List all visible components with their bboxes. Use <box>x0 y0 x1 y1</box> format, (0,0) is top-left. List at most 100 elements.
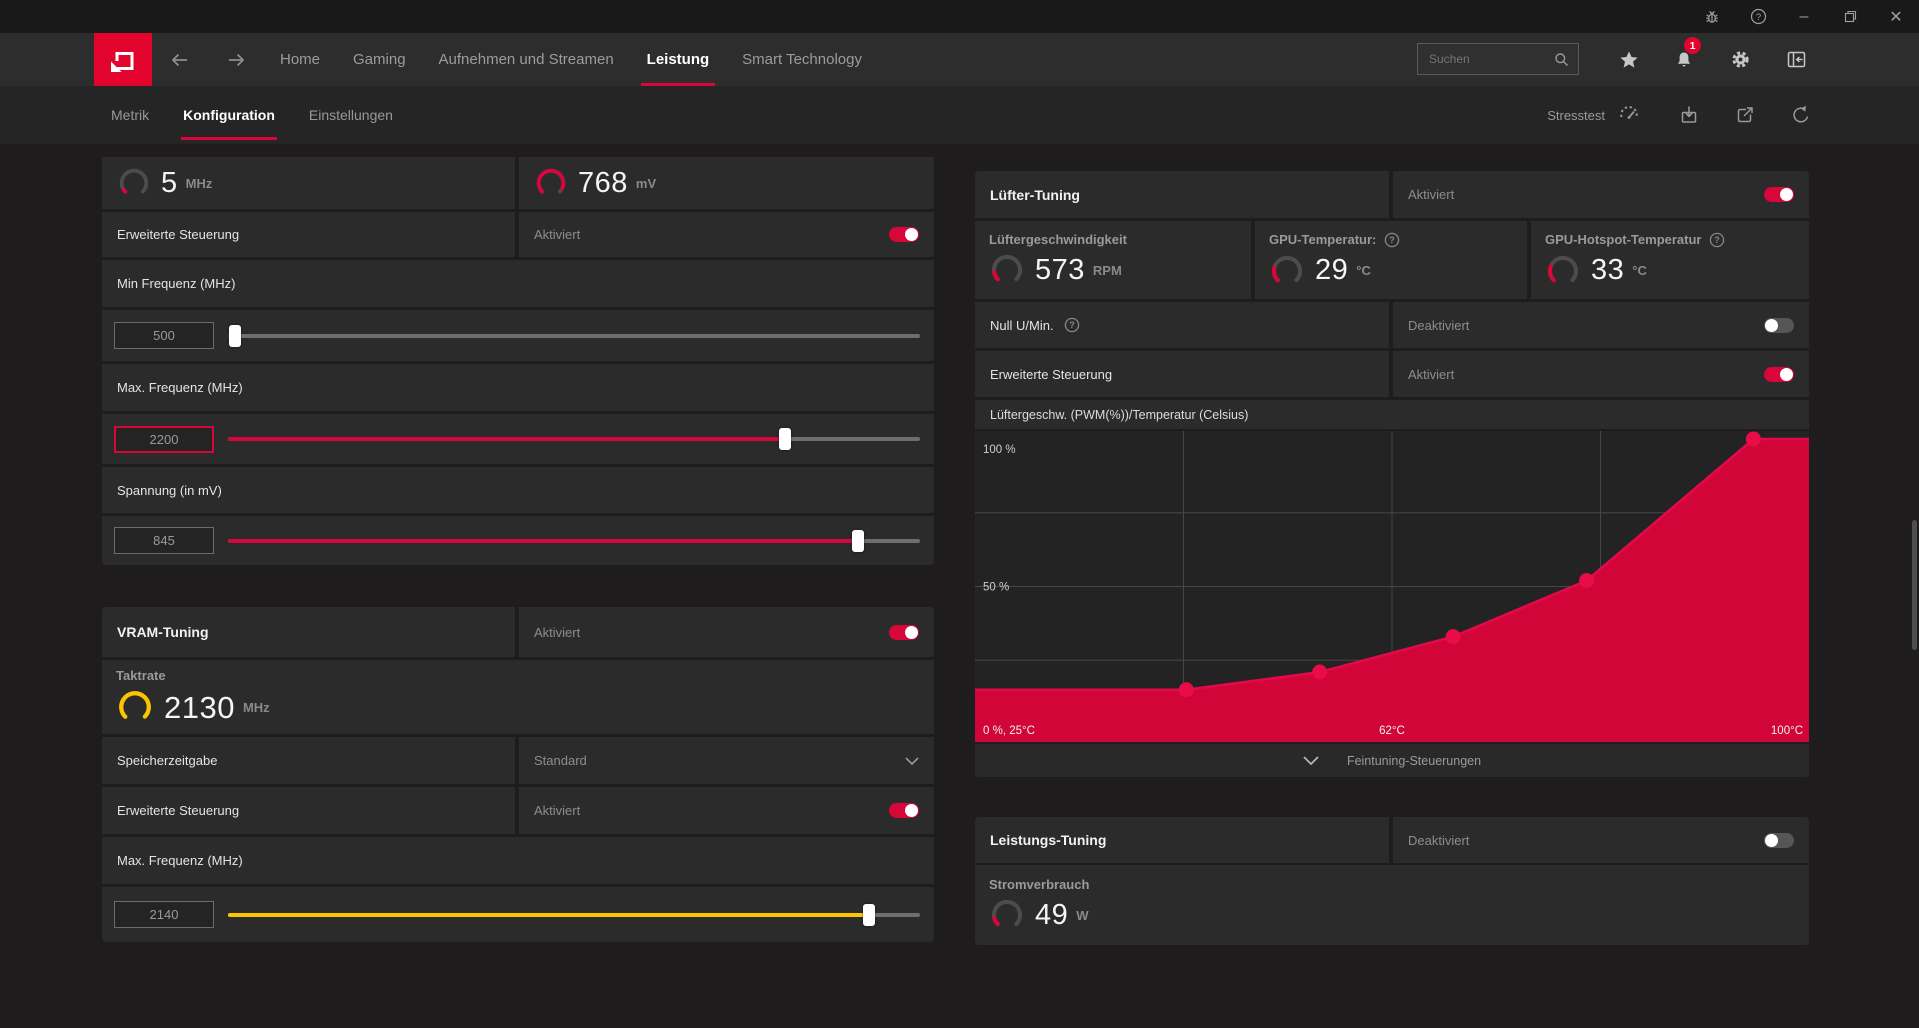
vram-advanced-toggle[interactable] <box>889 803 919 818</box>
min-frequency-slider-handle[interactable] <box>228 324 241 347</box>
hotspot-temp-unit: °C <box>1632 263 1647 278</box>
main-nav-items: Home Gaming Aufnehmen und Streamen Leist… <box>280 33 862 86</box>
vram-max-frequency-input[interactable] <box>114 901 214 928</box>
fan-tuning-toggle[interactable] <box>1764 187 1794 202</box>
search-input[interactable] <box>1427 51 1554 67</box>
nav-item-performance[interactable]: Leistung <box>640 33 715 86</box>
fan-curve-chart[interactable]: 100 % 50 % 0 %, 25°C 62°C 100°C <box>975 431 1809 742</box>
nav-item-smart-technology[interactable]: Smart Technology <box>742 33 862 86</box>
voltage-input[interactable] <box>114 527 214 554</box>
gpu-temp-value: 29 <box>1315 254 1349 286</box>
memory-timing-label: Speicherzeitgabe <box>117 753 218 768</box>
zero-rpm-label-cell: Null U/Min. ? <box>975 302 1389 348</box>
amd-radeon-logo[interactable] <box>94 33 152 86</box>
vram-clock-gauge-icon <box>116 688 154 726</box>
tab-einstellungen[interactable]: Einstellungen <box>309 86 393 144</box>
fine-tuning-expander[interactable]: Feintuning-Steuerungen <box>975 744 1809 777</box>
gpu-advanced-state-cell: Aktiviert <box>519 212 934 257</box>
bug-report-icon[interactable] <box>1689 0 1735 33</box>
min-frequency-input[interactable] <box>114 322 214 349</box>
gpu-temp-help-icon[interactable]: ? <box>1384 232 1400 248</box>
minimize-button[interactable]: – <box>1781 0 1827 33</box>
svg-text:?: ? <box>1069 320 1075 330</box>
tab-metrik[interactable]: Metrik <box>111 86 149 144</box>
fan-speed-label: Lüftergeschwindigkeit <box>989 232 1127 247</box>
zero-rpm-label: Null U/Min. <box>990 317 1054 333</box>
zero-rpm-help-icon[interactable]: ? <box>1064 317 1080 333</box>
back-arrow-icon[interactable] <box>162 33 198 86</box>
gpu-frequency-readout: 5 MHz <box>102 157 515 209</box>
chevron-down-icon <box>905 756 919 765</box>
gpu-temp-readout: GPU-Temperatur: ? 29 °C <box>1255 221 1527 299</box>
stresstest-control[interactable]: Stresstest <box>1547 104 1641 126</box>
vram-clock-label: Taktrate <box>116 668 166 683</box>
vram-max-frequency-slider-row <box>102 887 934 942</box>
settings-gear-icon[interactable] <box>1727 33 1753 86</box>
vram-tuning-title: VRAM-Tuning <box>117 624 209 640</box>
vram-clock-value: 2130 <box>164 689 235 725</box>
fan-speed-readout: Lüftergeschwindigkeit 573 RPM <box>975 221 1251 299</box>
performance-subnav: Metrik Konfiguration Einstellungen Stres… <box>0 86 1919 144</box>
vram-max-frequency-label-row: Max. Frequenz (MHz) <box>102 837 934 884</box>
power-consumption-gauge-icon <box>989 897 1025 933</box>
max-frequency-slider[interactable] <box>228 428 920 450</box>
voltage-slider-handle[interactable] <box>851 529 864 552</box>
gpu-voltage-readout: 768 mV <box>519 157 934 209</box>
fan-curve-title-row: Lüftergeschw. (PWM(%))/Temperatur (Celsi… <box>975 400 1809 429</box>
voltage-slider-row <box>102 516 934 565</box>
chevron-down-icon <box>1303 756 1319 765</box>
help-icon[interactable]: ? <box>1735 0 1781 33</box>
main-navbar: Home Gaming Aufnehmen und Streamen Leist… <box>0 33 1919 86</box>
zero-rpm-toggle[interactable] <box>1764 317 1794 333</box>
memory-timing-dropdown[interactable]: Standard <box>519 737 934 784</box>
reset-icon[interactable] <box>1791 105 1811 125</box>
max-frequency-label: Max. Frequenz (MHz) <box>117 380 243 395</box>
restore-button[interactable] <box>1827 0 1873 33</box>
max-frequency-input[interactable] <box>114 425 214 453</box>
gpu-advanced-toggle[interactable] <box>889 227 919 242</box>
forward-arrow-icon[interactable] <box>218 33 254 86</box>
vram-max-frequency-slider-handle[interactable] <box>862 903 875 926</box>
svg-text:100°C: 100°C <box>1771 725 1803 737</box>
fan-speed-gauge-icon <box>989 252 1025 288</box>
window-titlebar[interactable]: ? – ✕ <box>0 0 1919 33</box>
fan-advanced-toggle[interactable] <box>1764 366 1794 382</box>
close-button[interactable]: ✕ <box>1873 0 1919 33</box>
nav-item-gaming[interactable]: Gaming <box>353 33 406 86</box>
power-tuning-toggle[interactable] <box>1764 832 1794 848</box>
load-profile-icon[interactable] <box>1679 105 1699 125</box>
gpu-advanced-label-cell: Erweiterte Steuerung <box>102 212 515 257</box>
voltage-slider[interactable] <box>228 529 920 552</box>
fan-tuning-state: Aktiviert <box>1408 187 1455 202</box>
power-tuning-header: Leistungs-Tuning <box>975 817 1389 863</box>
gpu-frequency-gauge-icon <box>117 166 151 200</box>
favorites-star-icon[interactable] <box>1616 33 1642 86</box>
memory-timing-value: Standard <box>534 753 587 768</box>
hotspot-temp-help-icon[interactable]: ? <box>1709 232 1725 248</box>
max-frequency-slider-row <box>102 414 934 464</box>
hotspot-temp-gauge-icon <box>1545 253 1581 289</box>
zero-rpm-state-cell: Deaktiviert <box>1393 302 1809 348</box>
export-profile-icon[interactable] <box>1735 105 1755 125</box>
hotspot-temp-readout: GPU-Hotspot-Temperatur ? 33 °C <box>1531 221 1809 299</box>
nav-item-home[interactable]: Home <box>280 33 320 86</box>
tab-konfiguration[interactable]: Konfiguration <box>181 86 277 144</box>
power-consumption-readout: Stromverbrauch 49 W <box>975 865 1809 945</box>
min-frequency-slider-row <box>102 310 934 361</box>
vram-advanced-state-cell: Aktiviert <box>519 787 934 834</box>
vertical-scrollbar[interactable] <box>1912 144 1917 1024</box>
max-frequency-slider-handle[interactable] <box>779 428 792 450</box>
vram-tuning-toggle[interactable] <box>889 624 919 640</box>
collapse-panel-icon[interactable] <box>1783 33 1809 86</box>
svg-text:0 %, 25°C: 0 %, 25°C <box>983 725 1035 737</box>
max-frequency-label-row: Max. Frequenz (MHz) <box>102 364 934 411</box>
min-frequency-slider[interactable] <box>228 324 920 347</box>
scrollbar-thumb[interactable] <box>1912 520 1917 650</box>
fan-speed-unit: RPM <box>1092 262 1122 278</box>
gpu-advanced-state: Aktiviert <box>534 227 581 242</box>
search-box[interactable] <box>1417 43 1579 75</box>
fan-speed-value: 573 <box>1035 253 1085 286</box>
fan-tuning-title: Lüfter-Tuning <box>990 186 1080 203</box>
vram-max-frequency-slider[interactable] <box>228 903 920 926</box>
nav-item-record-stream[interactable]: Aufnehmen und Streamen <box>439 33 614 86</box>
